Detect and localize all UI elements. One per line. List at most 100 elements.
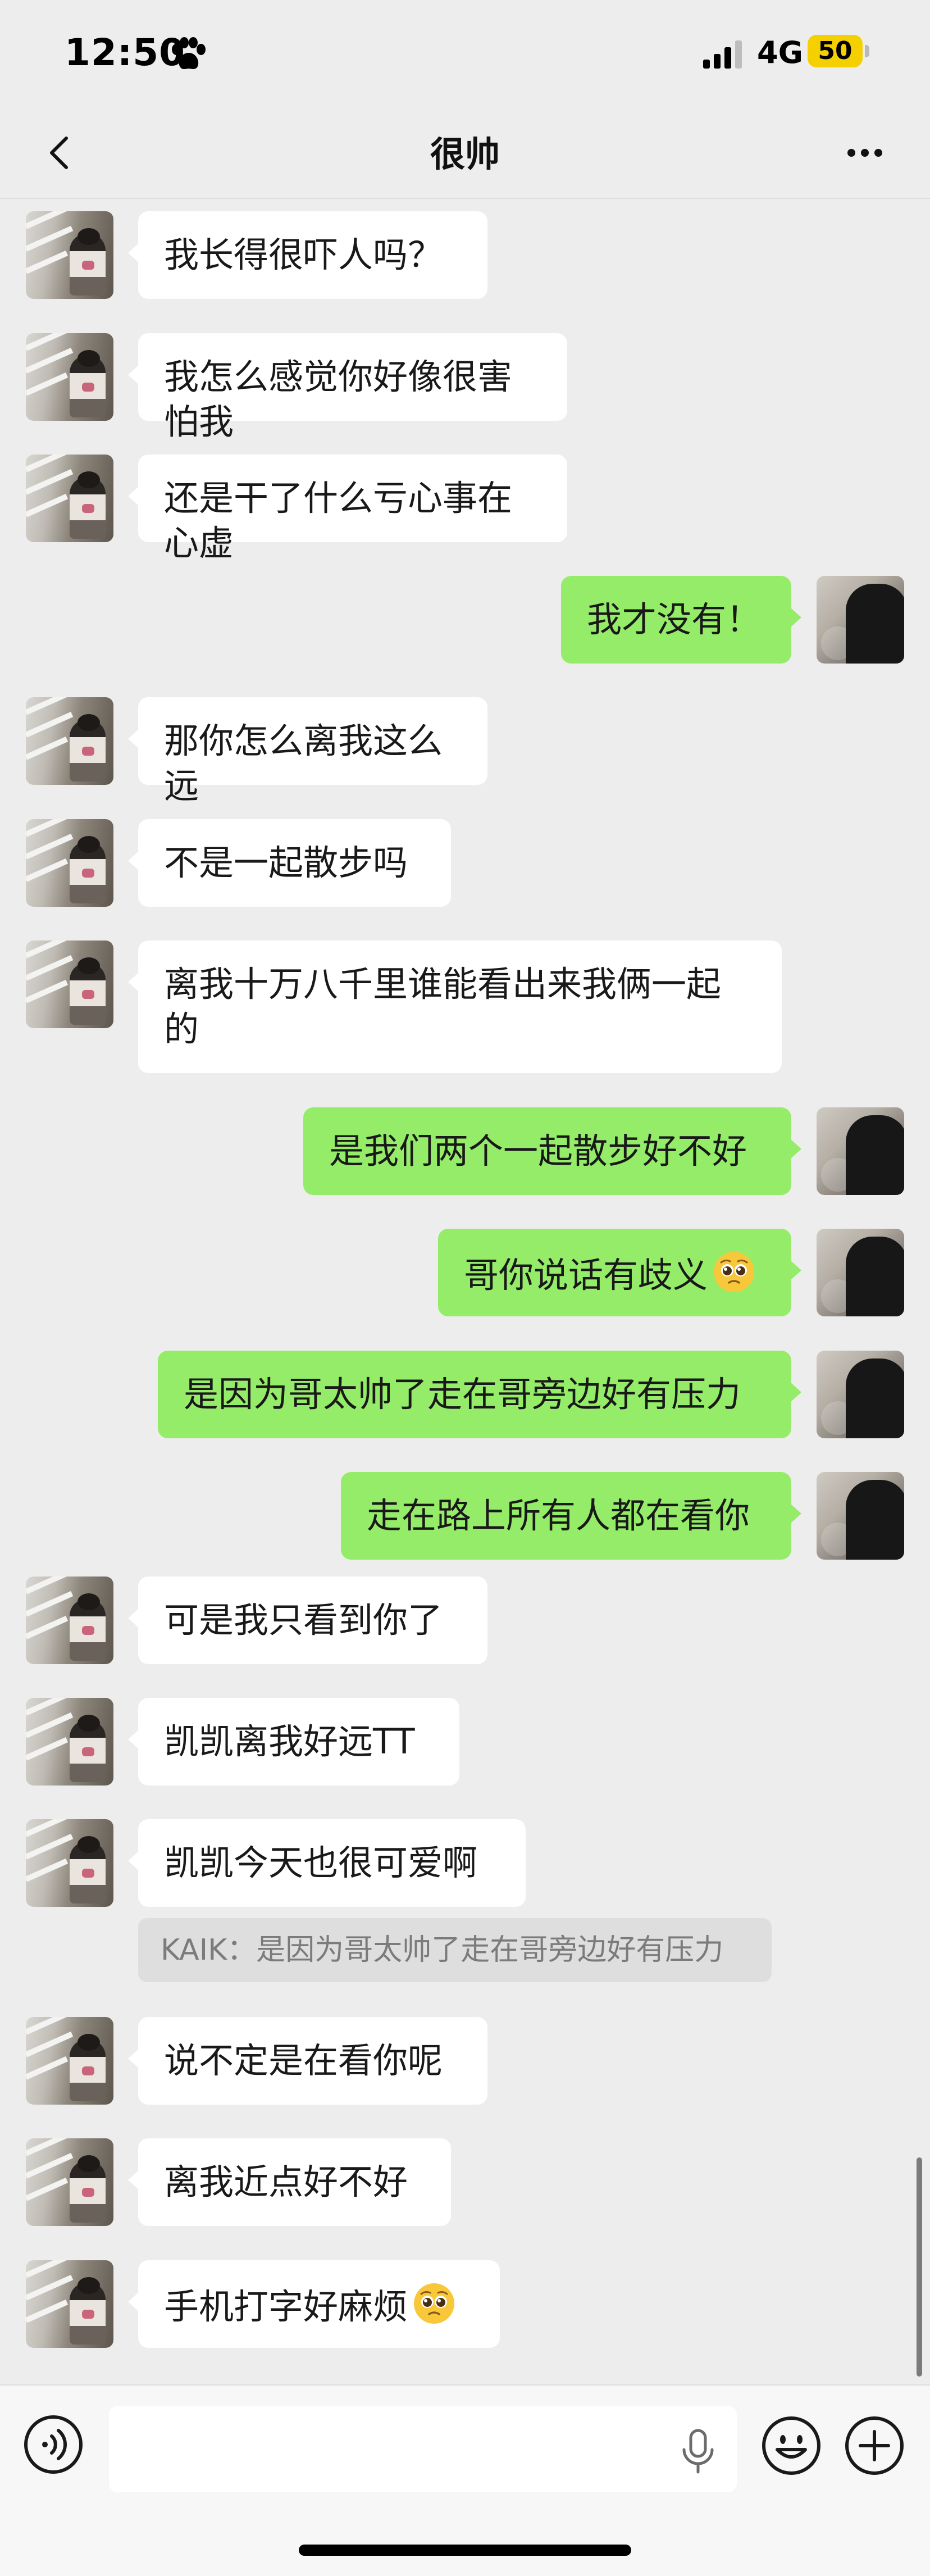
contact-avatar[interactable]: [26, 455, 113, 542]
contact-avatar[interactable]: [26, 211, 113, 299]
chat-title: 很帅: [430, 134, 500, 175]
message-text: 可是我只看到你了: [164, 1600, 443, 1641]
my-avatar[interactable]: [817, 1472, 904, 1560]
signal-icon: [703, 40, 742, 69]
message-bubble[interactable]: 手机打字好麻烦: [128, 2260, 500, 2348]
message-input[interactable]: [109, 2406, 737, 2492]
message-list[interactable]: 我长得很吓人吗？ 我怎么感觉你好像很害怕我 还是干了什么亏心事在心虚我才没有！ 那你怎…: [0, 199, 930, 2384]
message-text: 那你怎么离我这么远: [164, 720, 443, 806]
bubble-tail: [790, 1260, 801, 1280]
message-bubble[interactable]: 走在路上所有人都在看你: [341, 1472, 801, 1560]
message-sent: 哥你说话有歧义: [0, 1229, 930, 1316]
message-bubble[interactable]: 不是一起散步吗: [128, 819, 451, 907]
message-text: 凯凯离我好远TT: [164, 1721, 415, 1762]
battery-icon: 50: [808, 35, 863, 67]
my-avatar[interactable]: [817, 576, 904, 664]
contact-avatar[interactable]: [26, 1577, 113, 1664]
bubble-tail: [128, 1608, 139, 1628]
message-bubble[interactable]: 可是我只看到你了: [128, 1577, 487, 1664]
bubble-tail: [128, 2048, 139, 2069]
pleading-face-icon: [714, 1252, 755, 1292]
contact-avatar[interactable]: [26, 1698, 113, 1786]
contact-avatar[interactable]: [26, 819, 113, 907]
message-text: 凯凯今天也很可爱啊: [164, 1842, 478, 1883]
message-sent: 走在路上所有人都在看你: [0, 1472, 930, 1560]
contact-avatar[interactable]: [26, 697, 113, 785]
contact-avatar[interactable]: [26, 2017, 113, 2105]
pleading-face-icon: [414, 2283, 455, 2324]
message-received: 还是干了什么亏心事在心虚: [0, 455, 930, 564]
message-text: 说不定是在看你呢: [164, 2040, 443, 2081]
message-sent: 我才没有！: [0, 576, 930, 664]
status-bar: 12:50 4G 50: [0, 0, 930, 107]
message-bubble[interactable]: 凯凯今天也很可爱啊: [128, 1819, 526, 1907]
more-icon[interactable]: [842, 136, 887, 170]
message-bubble[interactable]: 凯凯离我好远TT: [128, 1698, 459, 1786]
message-bubble[interactable]: 还是干了什么亏心事在心虚: [128, 455, 567, 564]
scroll-indicator[interactable]: [917, 2157, 922, 2377]
message-received: 说不定是在看你呢: [0, 2017, 930, 2105]
message-bubble[interactable]: 我长得很吓人吗？: [128, 211, 487, 299]
voice-icon[interactable]: [22, 2414, 84, 2475]
mic-icon[interactable]: [678, 2428, 718, 2474]
add-icon[interactable]: [844, 2415, 905, 2477]
chat-screen: 12:50 4G 50 很帅 我长得很吓人吗？ 我怎么感觉你好像很害怕我 还是干…: [0, 0, 930, 2576]
bubble-tail: [128, 729, 139, 749]
message-bubble[interactable]: 说不定是在看你呢: [128, 2017, 487, 2105]
my-avatar[interactable]: [817, 1351, 904, 1438]
message-bubble[interactable]: 离我十万八千里谁能看出来我俩一起 的: [128, 941, 782, 1073]
message-sent: 是因为哥太帅了走在哥旁边好有压力: [0, 1351, 930, 1438]
battery-tip: [865, 45, 869, 57]
message-text: 离我近点好不好: [164, 2161, 408, 2202]
message-text: 我长得很吓人吗？: [164, 234, 443, 275]
message-text: 还是干了什么亏心事在心虚: [164, 478, 513, 564]
bubble-tail: [128, 486, 139, 506]
bubble-tail: [128, 243, 139, 263]
network-label: 4G: [757, 35, 803, 70]
message-received: 我怎么感觉你好像很害怕我: [0, 333, 930, 442]
bubble-tail: [128, 851, 139, 871]
message-bubble[interactable]: 我怎么感觉你好像很害怕我: [128, 333, 567, 442]
message-bubble[interactable]: 是我们两个一起散步好不好: [303, 1107, 801, 1195]
my-avatar[interactable]: [817, 1229, 904, 1316]
bubble-tail: [128, 1851, 139, 1871]
message-received: 不是一起散步吗: [0, 819, 930, 907]
message-bubble[interactable]: 我才没有！: [561, 576, 801, 664]
nav-bar: 很帅: [0, 107, 930, 199]
bubble-tail: [128, 365, 139, 385]
message-text: 是我们两个一起散步好不好: [329, 1130, 747, 1171]
message-text: 走在路上所有人都在看你: [367, 1495, 750, 1536]
quoted-reply[interactable]: KAIK：是因为哥太帅了走在哥旁边好有压力: [138, 1918, 772, 1982]
message-received: 手机打字好麻烦: [0, 2260, 930, 2348]
message-bubble[interactable]: 哥你说话有歧义: [438, 1229, 801, 1316]
message-text: 我怎么感觉你好像很害怕我: [164, 356, 513, 442]
contact-avatar[interactable]: [26, 2260, 113, 2348]
my-avatar[interactable]: [817, 1107, 904, 1195]
message-bubble[interactable]: 那你怎么离我这么远: [128, 697, 487, 806]
message-received: 那你怎么离我这么远: [0, 697, 930, 806]
contact-avatar[interactable]: [26, 333, 113, 421]
message-bubble[interactable]: 离我近点好不好: [128, 2138, 451, 2226]
bubble-tail: [128, 1729, 139, 1750]
message-received: 可是我只看到你了: [0, 1577, 930, 1664]
message-text: 离我十万八千里谁能看出来我俩一起 的: [164, 964, 722, 1050]
message-text: 哥你说话有歧义: [464, 1255, 708, 1296]
bubble-tail: [790, 1139, 801, 1159]
bubble-tail: [128, 2170, 139, 2190]
message-text: 我才没有！: [587, 599, 762, 640]
home-indicator[interactable]: [299, 2545, 631, 2556]
bubble-tail: [128, 972, 139, 992]
battery-level: 50: [818, 37, 853, 65]
message-text: 不是一起散步吗: [164, 842, 408, 883]
bubble-tail: [128, 2292, 139, 2312]
contact-avatar[interactable]: [26, 941, 113, 1028]
contact-avatar[interactable]: [26, 1819, 113, 1907]
bubble-tail: [790, 1503, 801, 1524]
contact-avatar[interactable]: [26, 2138, 113, 2226]
message-text: 手机打字好麻烦: [164, 2286, 408, 2327]
bubble-tail: [790, 607, 801, 628]
emoji-icon[interactable]: [760, 2415, 822, 2477]
message-received: 我长得很吓人吗？: [0, 211, 930, 299]
paw-icon: [172, 37, 206, 69]
message-bubble[interactable]: 是因为哥太帅了走在哥旁边好有压力: [158, 1351, 801, 1438]
